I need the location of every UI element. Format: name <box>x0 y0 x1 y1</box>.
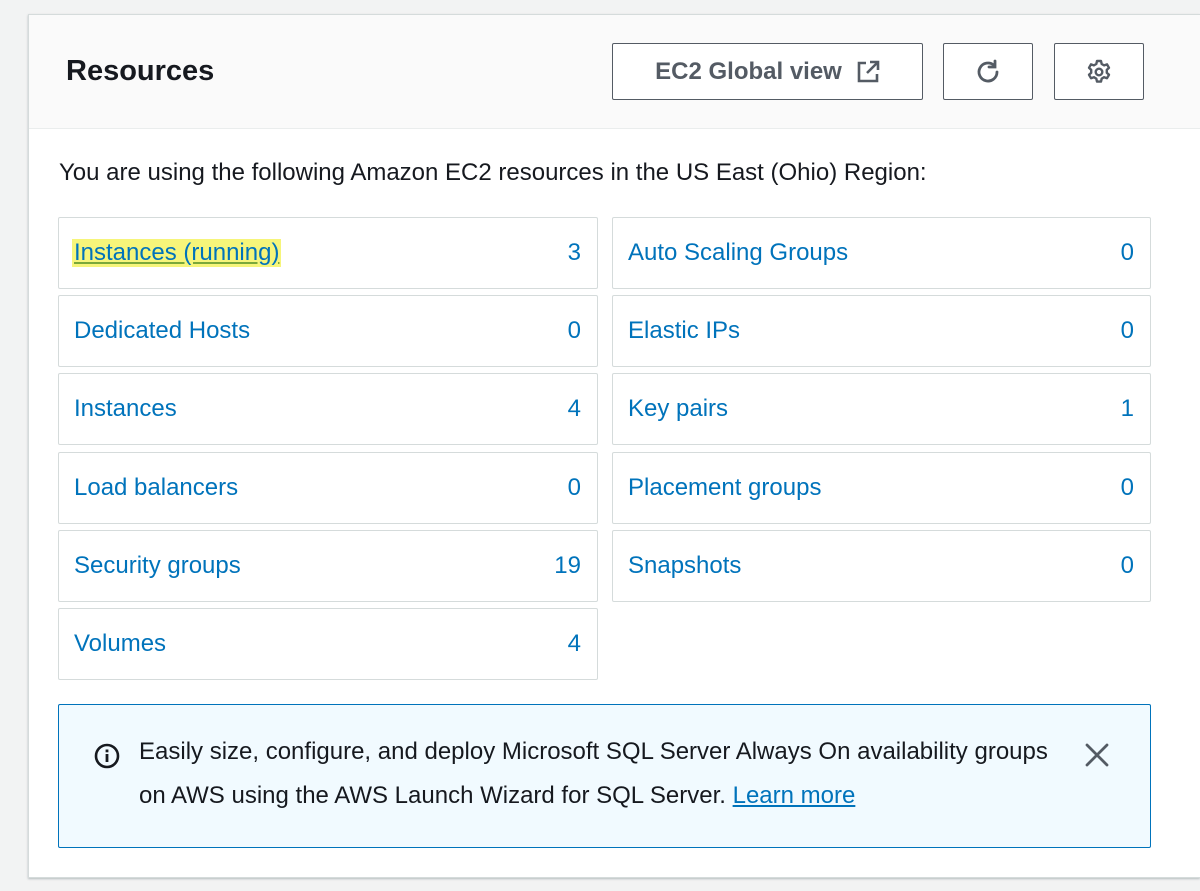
resource-link-instances-running[interactable]: Instances (running) <box>72 239 282 267</box>
resource-link-auto-scaling-groups[interactable]: Auto Scaling Groups <box>628 239 848 267</box>
resource-cell-instances[interactable]: Instances 4 <box>58 373 598 445</box>
settings-button[interactable] <box>1054 43 1144 100</box>
resource-link-security-groups[interactable]: Security groups <box>74 552 241 580</box>
resource-link-placement-groups[interactable]: Placement groups <box>628 474 821 502</box>
resource-cell-load-balancers[interactable]: Load balancers 0 <box>58 452 598 524</box>
resource-link-dedicated-hosts[interactable]: Dedicated Hosts <box>74 317 250 345</box>
resource-count: 0 <box>567 474 581 501</box>
refresh-button[interactable] <box>943 43 1033 100</box>
panel-header: Resources EC2 Global view <box>29 15 1200 129</box>
resource-count: 0 <box>567 317 581 344</box>
resource-count: 19 <box>554 552 581 579</box>
resource-link-volumes[interactable]: Volumes <box>74 630 166 658</box>
alert-message: Easily size, configure, and deploy Micro… <box>139 730 1049 818</box>
alert-text: Easily size, configure, and deploy Micro… <box>139 738 1048 809</box>
close-icon[interactable] <box>1084 742 1110 773</box>
resource-count: 0 <box>1120 239 1134 266</box>
resources-intro-text: You are using the following Amazon EC2 r… <box>59 159 927 186</box>
resource-link-elastic-ips[interactable]: Elastic IPs <box>628 317 740 345</box>
ec2-global-view-label: EC2 Global view <box>655 57 842 85</box>
resource-cell-dedicated-hosts[interactable]: Dedicated Hosts 0 <box>58 295 598 367</box>
gear-icon <box>1086 59 1112 85</box>
resource-count: 0 <box>1120 317 1134 344</box>
info-icon <box>94 743 120 774</box>
resource-count: 4 <box>567 630 581 657</box>
resource-cell-instances-running[interactable]: Instances (running) 3 <box>58 217 598 289</box>
resource-link-key-pairs[interactable]: Key pairs <box>628 395 728 423</box>
resource-count: 0 <box>1120 474 1134 501</box>
resource-cell-security-groups[interactable]: Security groups 19 <box>58 530 598 602</box>
info-alert: Easily size, configure, and deploy Micro… <box>58 704 1151 848</box>
refresh-icon <box>974 58 1002 86</box>
external-link-icon <box>856 60 880 84</box>
resource-count: 1 <box>1120 395 1134 422</box>
resource-cell-placement-groups[interactable]: Placement groups 0 <box>612 452 1151 524</box>
ec2-global-view-button[interactable]: EC2 Global view <box>612 43 923 100</box>
resource-count: 0 <box>1120 552 1134 579</box>
resource-cell-key-pairs[interactable]: Key pairs 1 <box>612 373 1151 445</box>
resource-cell-snapshots[interactable]: Snapshots 0 <box>612 530 1151 602</box>
resource-count: 3 <box>567 239 581 266</box>
learn-more-link[interactable]: Learn more <box>733 782 856 809</box>
resource-count: 4 <box>567 395 581 422</box>
resource-cell-elastic-ips[interactable]: Elastic IPs 0 <box>612 295 1151 367</box>
resource-link-load-balancers[interactable]: Load balancers <box>74 474 238 502</box>
resource-cell-volumes[interactable]: Volumes 4 <box>58 608 598 680</box>
resource-link-snapshots[interactable]: Snapshots <box>628 552 741 580</box>
resource-link-instances[interactable]: Instances <box>74 395 177 423</box>
resource-cell-auto-scaling-groups[interactable]: Auto Scaling Groups 0 <box>612 217 1151 289</box>
resources-panel: Resources EC2 Global view You are using … <box>28 14 1200 878</box>
panel-title: Resources <box>66 55 215 87</box>
